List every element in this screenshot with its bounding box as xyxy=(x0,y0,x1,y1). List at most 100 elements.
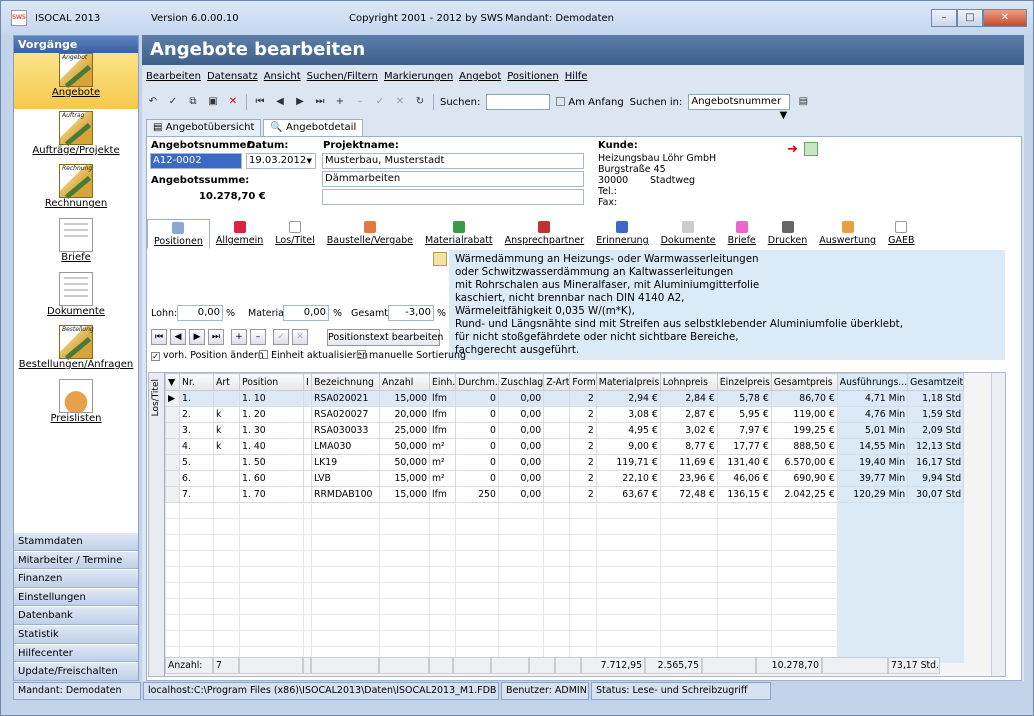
category-datenbank[interactable]: Datenbank xyxy=(14,606,138,625)
table-cell[interactable]: 1. 30 xyxy=(239,422,304,439)
table-cell[interactable] xyxy=(303,454,312,471)
table-cell[interactable]: 0 xyxy=(455,406,499,423)
table-cell[interactable] xyxy=(303,406,312,423)
table-row[interactable]: 2. k 1. 20 RSA020027 20,000 lfm 0 0,00 2 3,08 €2,… xyxy=(165,406,965,423)
subtab-auswertung[interactable]: Auswertung xyxy=(813,219,882,249)
table-cell[interactable]: 7. xyxy=(179,486,214,503)
customer-card-icon[interactable] xyxy=(804,142,818,156)
table-cell[interactable]: 7,97 € xyxy=(716,422,772,439)
goto-customer-icon[interactable]: ➜ xyxy=(787,142,798,157)
suchen-in-select[interactable]: Angebotsnummer ▼ xyxy=(688,94,791,121)
table-cell[interactable]: 20,000 xyxy=(379,406,430,423)
table-cell[interactable]: 0 xyxy=(455,390,499,407)
sidebar-item-bestellungen[interactable]: Bestellung Bestellungen/Anfragen xyxy=(14,325,138,377)
table-cell[interactable]: 5,78 € xyxy=(716,390,772,407)
table-cell[interactable]: 690,90 € xyxy=(770,470,838,487)
einheit-checkbox[interactable]: Einheit aktualisieren xyxy=(259,350,368,361)
table-cell[interactable]: 2,84 € xyxy=(659,390,718,407)
table-cell[interactable]: k xyxy=(213,406,240,423)
table-cell[interactable] xyxy=(543,406,571,423)
subtab-baustelle[interactable]: Baustelle/Vergabe xyxy=(321,219,419,249)
table-cell[interactable]: 23,96 € xyxy=(659,470,718,487)
category-hilfecenter[interactable]: Hilfecenter xyxy=(14,643,138,663)
subtab-dokumente[interactable]: Dokumente xyxy=(655,219,722,249)
vorh-position-checkbox[interactable]: ✓ vorh. Position ändern xyxy=(151,350,264,361)
table-cell[interactable]: 19,40 Min xyxy=(836,454,909,471)
sidebar-item-auftraege[interactable]: Auftrag Aufträge/Projekte xyxy=(14,111,138,163)
sidebar-item-dokumente[interactable]: Dokumente xyxy=(14,272,138,324)
subtab-allgemein[interactable]: Allgemein xyxy=(210,219,269,249)
table-cell[interactable]: 6.570,00 € xyxy=(770,454,838,471)
table-cell[interactable]: 120,29 Min xyxy=(836,486,909,503)
table-row[interactable]: 4. k 1. 40 LMA030 50,000 m² 0 0,00 2 9,00 €8,77 €… xyxy=(165,438,965,455)
table-cell[interactable] xyxy=(303,422,312,439)
sidebar-item-angebote[interactable]: Angebot Angebote xyxy=(14,53,138,109)
table-cell[interactable]: 2 xyxy=(569,438,597,455)
table-cell[interactable]: 1. 60 xyxy=(239,470,304,487)
table-cell[interactable] xyxy=(303,390,312,407)
next-position-button[interactable]: ▶ xyxy=(189,329,205,345)
table-cell[interactable]: 0,00 xyxy=(497,438,545,455)
table-cell[interactable]: 119,71 € xyxy=(595,454,661,471)
table-cell[interactable]: 2. xyxy=(179,406,214,423)
prev-position-button[interactable]: ◀ xyxy=(170,329,186,345)
column-header[interactable]: Gesamtpreis xyxy=(770,373,838,391)
table-cell[interactable]: m² xyxy=(428,438,457,455)
table-cell[interactable]: 5,95 € xyxy=(716,406,772,423)
table-cell[interactable]: 4. xyxy=(179,438,214,455)
table-cell[interactable]: 50,000 xyxy=(379,454,430,471)
subtab-briefe[interactable]: Briefe xyxy=(722,219,762,249)
table-cell[interactable]: 9,94 Std xyxy=(907,470,965,487)
table-cell[interactable]: m² xyxy=(428,470,457,487)
menu-hilfe[interactable]: Hilfe xyxy=(565,71,588,87)
category-einstellungen[interactable]: Einstellungen xyxy=(14,587,138,607)
table-cell[interactable]: 5. xyxy=(179,454,214,471)
table-row[interactable]: ▶ 1. 1. 10 RSA020021 15,000 lfm 0 0,00 2 2,94 €2,… xyxy=(165,390,965,407)
table-cell[interactable]: k xyxy=(213,438,240,455)
row-indicator[interactable] xyxy=(165,470,180,487)
table-cell[interactable]: 4,76 Min xyxy=(836,406,909,423)
refresh-icon[interactable]: ↻ xyxy=(413,95,427,109)
table-cell[interactable]: 22,10 € xyxy=(595,470,661,487)
table-cell[interactable]: 0 xyxy=(455,422,499,439)
confirm-icon[interactable]: ✓ xyxy=(373,95,387,109)
table-cell[interactable] xyxy=(543,470,571,487)
table-cell[interactable]: LMA030 xyxy=(311,438,380,455)
maximize-button[interactable]: □ xyxy=(957,9,983,27)
table-cell[interactable]: 1. 50 xyxy=(239,454,304,471)
row-indicator[interactable] xyxy=(165,438,180,455)
subtab-erinnerung[interactable]: Erinnerung xyxy=(590,219,654,249)
table-cell[interactable] xyxy=(543,438,571,455)
subtab-positionen[interactable]: Positionen xyxy=(147,219,210,249)
tab-angebotuebersicht[interactable]: ▤ Angebotübersicht xyxy=(146,119,262,136)
table-cell[interactable]: 250 xyxy=(455,486,499,503)
last-record-icon[interactable]: ⏭ xyxy=(313,95,327,109)
add-icon[interactable]: + xyxy=(333,95,347,109)
menu-suchen-filtern[interactable]: Suchen/Filtern xyxy=(307,71,378,87)
first-position-button[interactable]: ⏮ xyxy=(151,329,167,345)
table-cell[interactable]: 15,000 xyxy=(379,390,430,407)
table-cell[interactable]: 1. 70 xyxy=(239,486,304,503)
table-cell[interactable]: 1. 20 xyxy=(239,406,304,423)
menu-angebot[interactable]: Angebot xyxy=(459,71,501,87)
subtab-gaeb[interactable]: GAEB xyxy=(882,219,920,249)
menu-ansicht[interactable]: Ansicht xyxy=(264,71,301,87)
table-cell[interactable]: lfm xyxy=(428,390,457,407)
tab-angebotdetail[interactable]: 🔍 Angebotdetail xyxy=(263,119,364,136)
table-cell[interactable]: 1,18 Std xyxy=(907,390,965,407)
column-header[interactable]: Nr. xyxy=(179,373,214,391)
table-cell[interactable]: 1. 40 xyxy=(239,438,304,455)
table-cell[interactable]: 2 xyxy=(569,406,597,423)
table-cell[interactable]: 2 xyxy=(569,422,597,439)
am-anfang-checkbox[interactable]: Am Anfang xyxy=(556,96,624,108)
category-finanzen[interactable]: Finanzen xyxy=(14,569,138,588)
column-header[interactable]: Einzelpreis xyxy=(716,373,772,391)
category-statistik[interactable]: Statistik xyxy=(14,624,138,644)
table-cell[interactable]: 0,00 xyxy=(497,390,545,407)
table-cell[interactable]: 2,94 € xyxy=(595,390,661,407)
column-header[interactable]: Durchm. xyxy=(455,373,499,391)
row-indicator[interactable] xyxy=(165,422,180,439)
subtab-drucken[interactable]: Drucken xyxy=(762,219,814,249)
column-header[interactable]: Bezeichnung xyxy=(311,373,380,391)
table-cell[interactable]: 0,00 xyxy=(497,470,545,487)
